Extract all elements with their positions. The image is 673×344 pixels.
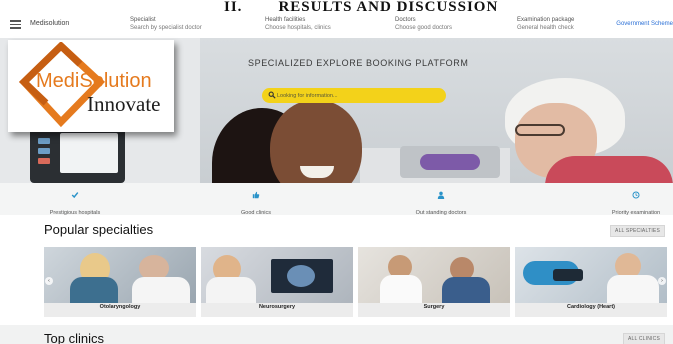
feature-prestigious-hospitals: Prestigious hospitals — [40, 191, 110, 219]
feature-label: Good clinics — [241, 210, 271, 216]
specialty-label: Surgery — [423, 304, 445, 310]
nav-item-title: Examination package — [517, 17, 575, 23]
all-clinics-button[interactable]: ALL CLINICS — [622, 333, 665, 344]
carousel-next-icon[interactable]: › — [658, 277, 666, 285]
nav-item-health-facilities[interactable]: Health facilities Choose hospitals, clin… — [265, 16, 331, 32]
clock-icon — [632, 191, 640, 199]
nav-item-doctors[interactable]: Doctors Choose good doctors — [395, 16, 452, 32]
feature-good-clinics: Good clinics — [230, 191, 282, 219]
logo-name: MediSolution — [36, 70, 152, 92]
all-specialties-button[interactable]: ALL SPECIALTIES — [610, 225, 665, 237]
specialty-image — [201, 247, 353, 303]
popular-specialties-title: Popular specialties — [44, 222, 154, 237]
specialties-carousel: ‹ Otolaryngology Neurosurgery Surgery › … — [44, 247, 668, 317]
feature-label: Prestigious hospitals — [49, 210, 101, 216]
nav-item-subtitle: Search by specialist doctor — [130, 25, 202, 31]
nav-item-examination-package[interactable]: Examination package General health check — [517, 16, 574, 32]
specialty-image — [358, 247, 510, 303]
top-clinics-title: Top clinics — [44, 331, 104, 344]
nav-item-title: Specialist — [130, 17, 156, 23]
nav-item-subtitle: General health check — [517, 25, 574, 31]
specialty-card-otolaryngology[interactable]: ‹ Otolaryngology — [44, 247, 196, 317]
specialty-card-neurosurgery[interactable]: Neurosurgery — [201, 247, 353, 317]
specialty-label: Otolaryngology — [99, 304, 141, 310]
medical-monitor-image — [30, 128, 125, 183]
medical-device-image — [400, 146, 500, 178]
top-navigation: Medisolution Specialist Search by specia… — [0, 12, 673, 38]
specialty-image — [515, 247, 667, 303]
thumbs-up-icon — [252, 191, 260, 199]
feature-label: Priority examination — [611, 210, 661, 216]
hero-title: SPECIALIZED EXPLORE BOOKING PLATFORM — [248, 58, 469, 68]
specialty-card-surgery[interactable]: Surgery — [358, 247, 510, 317]
brand-link[interactable]: Medisolution — [30, 20, 69, 27]
nav-item-title: Health facilities — [265, 17, 306, 23]
specialty-image — [44, 247, 196, 303]
nav-item-subtitle: Choose good doctors — [395, 25, 453, 31]
specialty-label: Neurosurgery — [258, 304, 296, 310]
patient-glasses-image — [515, 124, 565, 136]
patient-shirt-image — [545, 156, 673, 183]
search-input[interactable] — [277, 89, 437, 102]
government-scheme-link[interactable]: Government Scheme — [616, 21, 673, 27]
feature-outstanding-doctors: Out standing doctors — [405, 191, 477, 219]
logo-tagline: Innovate — [87, 92, 161, 116]
nav-item-subtitle: Choose hospitals, clinics — [265, 25, 331, 31]
specialty-card-cardiology[interactable]: › Cardiology (Heart) — [515, 247, 667, 317]
doctor-icon — [437, 191, 445, 199]
carousel-prev-icon[interactable]: ‹ — [45, 277, 53, 285]
feature-priority-examination: Priority examination — [603, 191, 669, 219]
nav-item-title: Doctors — [395, 17, 416, 23]
nav-item-specialist[interactable]: Specialist Search by specialist doctor — [130, 16, 202, 32]
features-bar: Prestigious hospitals Good clinics Out s… — [0, 183, 673, 216]
search-bar[interactable] — [262, 88, 446, 103]
medisolution-logo: MediSolution Innovate — [8, 40, 174, 132]
check-icon — [71, 192, 79, 199]
feature-label: Out standing doctors — [415, 210, 467, 216]
search-icon — [268, 91, 276, 99]
hamburger-menu-icon[interactable] — [10, 20, 21, 29]
specialty-label: Cardiology (Heart) — [567, 304, 615, 310]
